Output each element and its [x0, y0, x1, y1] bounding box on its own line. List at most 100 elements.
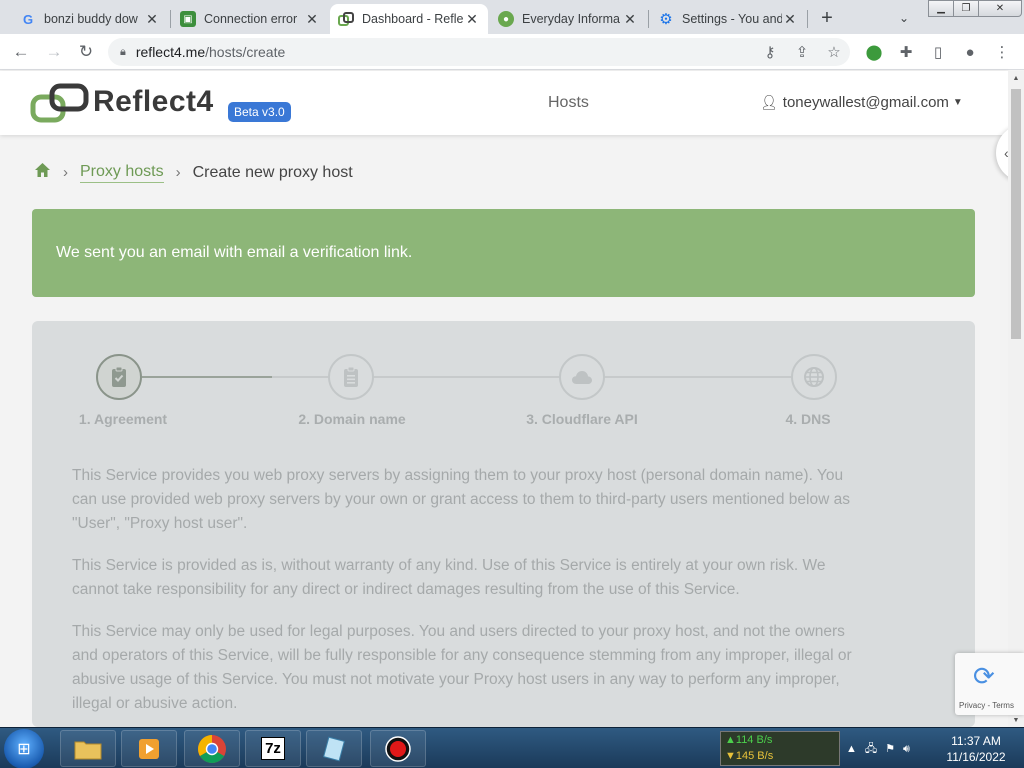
chrome-icon	[198, 734, 226, 763]
taskbar-recorder[interactable]	[370, 730, 426, 767]
flag-icon[interactable]: ⚑	[885, 743, 903, 755]
new-tab-button[interactable]: +	[814, 6, 840, 30]
step-label: 2. Domain name	[298, 411, 406, 427]
network-meter[interactable]: ▲114 B/s ▼145 B/s	[720, 731, 840, 766]
terms-paragraph: This Service may only be used for legal …	[72, 623, 852, 712]
verification-alert: We sent you an email with email a verifi…	[32, 209, 975, 297]
scroll-down-icon[interactable]: ▼	[1008, 713, 1024, 727]
forward-icon[interactable]: →	[42, 40, 66, 64]
clipboard-list-icon	[344, 366, 358, 387]
media-player-icon	[139, 738, 159, 759]
alert-message: We sent you an email with email a verifi…	[56, 244, 413, 261]
step-label: 4. DNS	[785, 411, 831, 427]
7zip-icon: 7z	[261, 737, 285, 760]
nav-hosts-link[interactable]: Hosts	[548, 94, 589, 112]
close-icon[interactable]: ✕	[622, 11, 638, 27]
system-clock[interactable]: 11:37 AM 11/16/2022	[938, 733, 1014, 765]
home-icon[interactable]	[34, 162, 51, 183]
extensions-icon[interactable]: ✚	[896, 42, 916, 62]
beta-badge: Beta v3.0	[228, 102, 291, 122]
network-icon[interactable]: 🖧︎	[865, 743, 885, 755]
profile-icon[interactable]: ●	[960, 42, 980, 62]
step-label: 3. Cloudflare API	[526, 411, 638, 427]
connection-error-icon: ▣	[180, 11, 196, 27]
breadcrumb-separator: ›	[63, 164, 68, 181]
close-window-button[interactable]: ✕	[978, 0, 1022, 17]
person-icon: ●	[498, 11, 514, 27]
step-cloudflare-api[interactable]	[559, 354, 605, 400]
menu-icon[interactable]: ⋮	[992, 42, 1012, 62]
windows-logo-icon: ⊞	[17, 741, 31, 758]
show-hidden-icons-icon[interactable]: ▲	[846, 743, 865, 755]
system-tray[interactable]: ▲🖧︎⚑🔊︎	[846, 740, 918, 759]
user-icon: 👤︎	[760, 94, 778, 110]
google-icon: G	[22, 11, 34, 27]
clock-date: 11/16/2022	[946, 750, 1006, 764]
reload-icon[interactable]: ↻	[74, 40, 98, 64]
recaptcha-icon: ⟳	[973, 661, 995, 691]
clipboard-check-icon	[112, 366, 126, 387]
step-progress-line	[142, 376, 272, 378]
brand-name[interactable]: Reflect4	[93, 85, 214, 119]
step-agreement[interactable]	[96, 354, 142, 400]
record-icon	[385, 735, 411, 762]
recaptcha-badge[interactable]: ⟳ Privacy - Terms	[955, 653, 1024, 715]
reflect4-logo-icon[interactable]	[30, 83, 92, 123]
key-icon[interactable]: ⚷	[760, 42, 780, 62]
browser-tab-strip: G bonzi buddy dow ✕ ▣ Connection error ✕…	[0, 0, 1024, 34]
tab-settings[interactable]: ⚙ Settings - You and ✕	[650, 4, 806, 34]
side-panel-icon[interactable]: ▯	[928, 42, 948, 62]
location-pin-icon[interactable]: ⬤	[864, 42, 884, 62]
taskbar-media-player[interactable]	[121, 730, 177, 767]
cloud-icon	[572, 371, 592, 384]
taskbar-notepad[interactable]	[306, 730, 362, 767]
close-icon[interactable]: ✕	[464, 11, 480, 27]
back-icon[interactable]: ←	[9, 40, 33, 64]
gear-icon: ⚙	[659, 11, 673, 28]
close-icon[interactable]: ✕	[144, 11, 160, 27]
page-scrollbar[interactable]: ▲ ▼	[1008, 71, 1024, 727]
terms-paragraph: This Service is provided as is, without …	[72, 557, 826, 598]
breadcrumb-proxy-hosts-link[interactable]: Proxy hosts	[80, 163, 164, 183]
taskbar-7zip[interactable]: 7z	[245, 730, 301, 767]
tab-connection-error[interactable]: ▣ Connection error ✕	[172, 4, 328, 34]
chevron-down-icon[interactable]: ⌄	[894, 8, 914, 28]
lock-icon: 🔒︎	[120, 45, 126, 58]
scroll-thumb[interactable]	[1011, 89, 1021, 339]
minimize-button[interactable]: ▁	[928, 0, 954, 17]
step-domain-name[interactable]	[328, 354, 374, 400]
breadcrumb-current: Create new proxy host	[192, 163, 353, 181]
volume-icon[interactable]: 🔊︎	[903, 743, 918, 755]
windows-taskbar: ⊞ 7z ▲114 B/s ▼145 B/s ▲🖧︎⚑🔊︎ 11:37 AM 1…	[0, 727, 1024, 768]
tab-dashboard[interactable]: Dashboard - Refle ✕	[330, 4, 488, 34]
maximize-button[interactable]: ❐	[953, 0, 979, 17]
user-menu[interactable]: 👤︎ toneywallest@gmail.com ▼	[760, 94, 963, 111]
close-icon[interactable]: ✕	[304, 11, 320, 27]
step-label: 1. Agreement	[78, 411, 168, 427]
notepad-icon	[323, 736, 345, 761]
terms-paragraph: This Service provides you web proxy serv…	[72, 467, 850, 532]
site-header: Reflect4 Beta v3.0 Hosts 👤︎ toneywallest…	[0, 71, 1008, 135]
terms-of-service: This Service provides you web proxy serv…	[72, 464, 872, 727]
step-dns[interactable]	[791, 354, 837, 400]
clock-time: 11:37 AM	[951, 734, 1001, 748]
breadcrumb: › Proxy hosts › Create new proxy host	[34, 162, 353, 183]
tab-bonzi[interactable]: G bonzi buddy dow ✕	[12, 4, 168, 34]
recaptcha-links[interactable]: Privacy - Terms	[959, 701, 1014, 710]
reflect4-favicon-icon	[338, 11, 354, 27]
taskbar-chrome[interactable]	[184, 730, 240, 767]
tab-everyday-information[interactable]: ● Everyday Informa ✕	[490, 4, 646, 34]
bookmark-star-icon[interactable]: ☆	[824, 42, 844, 62]
address-bar[interactable]: 🔒︎ reflect4.me/hosts/create	[108, 38, 850, 66]
chevron-down-icon: ▼	[952, 97, 963, 108]
breadcrumb-separator: ›	[175, 164, 181, 181]
scroll-up-icon[interactable]: ▲	[1008, 71, 1024, 85]
download-rate: ▼145 B/s	[725, 750, 774, 762]
upload-rate: ▲114 B/s	[725, 734, 773, 746]
start-button[interactable]: ⊞	[4, 729, 44, 768]
close-icon[interactable]: ✕	[782, 11, 798, 27]
taskbar-explorer[interactable]	[60, 730, 116, 767]
share-icon[interactable]: ⇪	[792, 42, 812, 62]
create-proxy-host-wizard: 1. Agreement 2. Domain name 3. Cloudflar…	[32, 321, 975, 727]
browser-toolbar: ← → ↻ 🔒︎ reflect4.me/hosts/create ⚷ ⇪ ☆ …	[0, 34, 1024, 70]
